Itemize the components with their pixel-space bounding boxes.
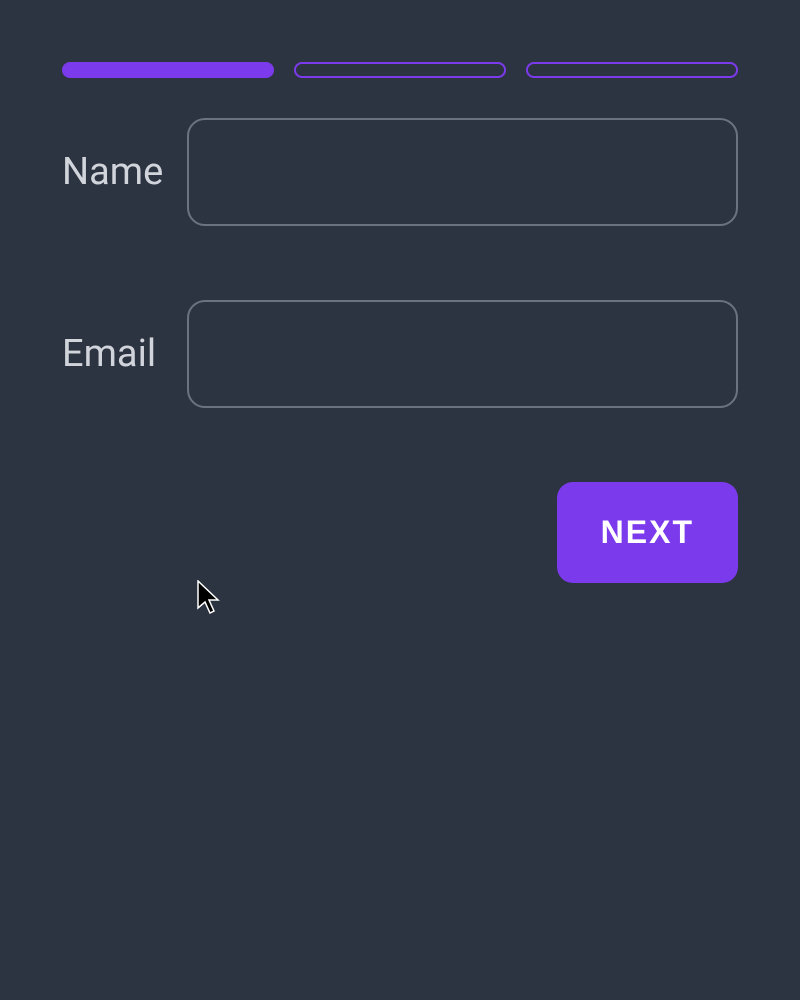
progress-indicator: [62, 62, 738, 78]
progress-step-2: [294, 62, 506, 78]
cursor-icon: [197, 580, 221, 616]
name-field-row: Name: [62, 118, 738, 226]
next-button[interactable]: NEXT: [557, 482, 738, 583]
progress-step-1: [62, 62, 274, 78]
email-input[interactable]: [187, 300, 738, 408]
name-input[interactable]: [187, 118, 738, 226]
button-row: NEXT: [62, 482, 738, 583]
email-label: Email: [62, 332, 187, 376]
email-field-row: Email: [62, 300, 738, 408]
progress-step-3: [526, 62, 738, 78]
name-label: Name: [62, 150, 187, 194]
